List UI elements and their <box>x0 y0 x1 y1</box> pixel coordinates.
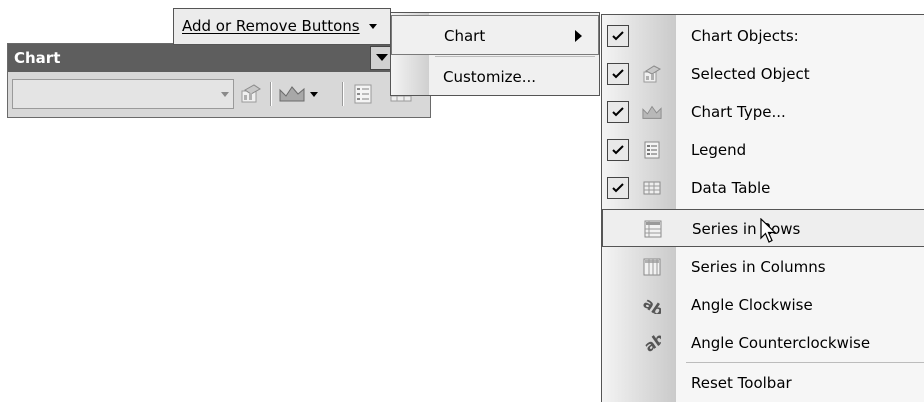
menu-item-label: Chart Objects: <box>691 27 799 45</box>
checkmark-icon <box>607 139 629 161</box>
menu-item-angle-clockwise[interactable]: ab Angle Clockwise <box>602 286 924 324</box>
menu-item-data-table[interactable]: Data Table <box>602 169 924 207</box>
data-table-icon <box>642 178 662 198</box>
menu-item-label: Chart Type... <box>691 103 786 121</box>
menu-item-label: Legend <box>691 141 747 159</box>
checkmark-icon <box>607 177 629 199</box>
checkmark-icon <box>607 25 629 47</box>
angle-counterclockwise-icon: ab <box>642 333 662 353</box>
series-rows-icon <box>643 219 663 239</box>
screen: Chart Add or Remove Buttons Chart Custom… <box>0 0 924 402</box>
legend-icon <box>354 84 372 104</box>
legend-icon <box>642 140 662 160</box>
chart-type-button[interactable] <box>278 81 318 107</box>
chevron-down-icon <box>376 54 388 61</box>
menu-item-selected-object[interactable]: Selected Object <box>602 55 924 93</box>
svg-text:ab: ab <box>643 296 661 314</box>
toolbar-separator <box>342 82 344 106</box>
menu-item-label: Series in Columns <box>691 258 826 276</box>
menu-item-customize[interactable]: Customize... <box>391 57 599 97</box>
angle-clockwise-icon: ab <box>642 295 662 315</box>
chart-type-icon <box>642 102 662 122</box>
toolbar-separator <box>270 82 272 106</box>
chart-objects-combo[interactable] <box>12 79 234 109</box>
chart-buttons-submenu: Chart Objects: Selected Object Chart Typ… <box>601 14 924 402</box>
menu-separator <box>686 362 924 363</box>
menu-item-angle-counterclockwise[interactable]: ab Angle Counterclockwise <box>602 324 924 362</box>
add-remove-buttons-menu[interactable]: Add or Remove Buttons <box>173 8 391 45</box>
series-columns-icon <box>642 257 662 277</box>
mouse-pointer-icon <box>760 218 777 243</box>
format-object-icon <box>241 84 261 103</box>
svg-text:ab: ab <box>643 334 661 352</box>
legend-button[interactable] <box>350 81 376 107</box>
menu-item-legend[interactable]: Legend <box>602 131 924 169</box>
chart-toolbar: Chart <box>7 43 431 118</box>
checkmark-icon <box>607 63 629 85</box>
menu-item-label: Reset Toolbar <box>691 374 792 392</box>
menu-item-label: Chart <box>444 27 486 45</box>
submenu-arrow-icon <box>575 30 582 42</box>
menu-item-chart-type[interactable]: Chart Type... <box>602 93 924 131</box>
menu-item-chart-objects[interactable]: Chart Objects: <box>602 17 924 55</box>
add-remove-label: Add or Remove Buttons <box>182 17 360 35</box>
menu-item-chart[interactable]: Chart <box>391 15 599 55</box>
menu-item-series-in-columns[interactable]: Series in Columns <box>602 248 924 286</box>
menu-item-reset-toolbar[interactable]: Reset Toolbar <box>602 364 924 402</box>
menu-item-label: Selected Object <box>691 65 810 83</box>
menu-item-label: Angle Clockwise <box>691 296 813 314</box>
toolbar-title[interactable]: Chart <box>8 44 430 72</box>
format-object-icon <box>642 64 662 84</box>
checkmark-icon <box>607 101 629 123</box>
add-remove-submenu: Chart Customize... <box>390 12 600 96</box>
menu-item-label: Customize... <box>443 68 537 86</box>
menu-item-label: Data Table <box>691 179 771 197</box>
menu-item-label: Series in Rows <box>692 220 801 238</box>
chart-type-icon <box>279 86 318 102</box>
menu-item-label: Angle Counterclockwise <box>691 334 871 352</box>
chevron-down-icon <box>369 24 378 29</box>
format-object-button[interactable] <box>238 81 264 107</box>
chevron-down-icon <box>221 92 229 97</box>
